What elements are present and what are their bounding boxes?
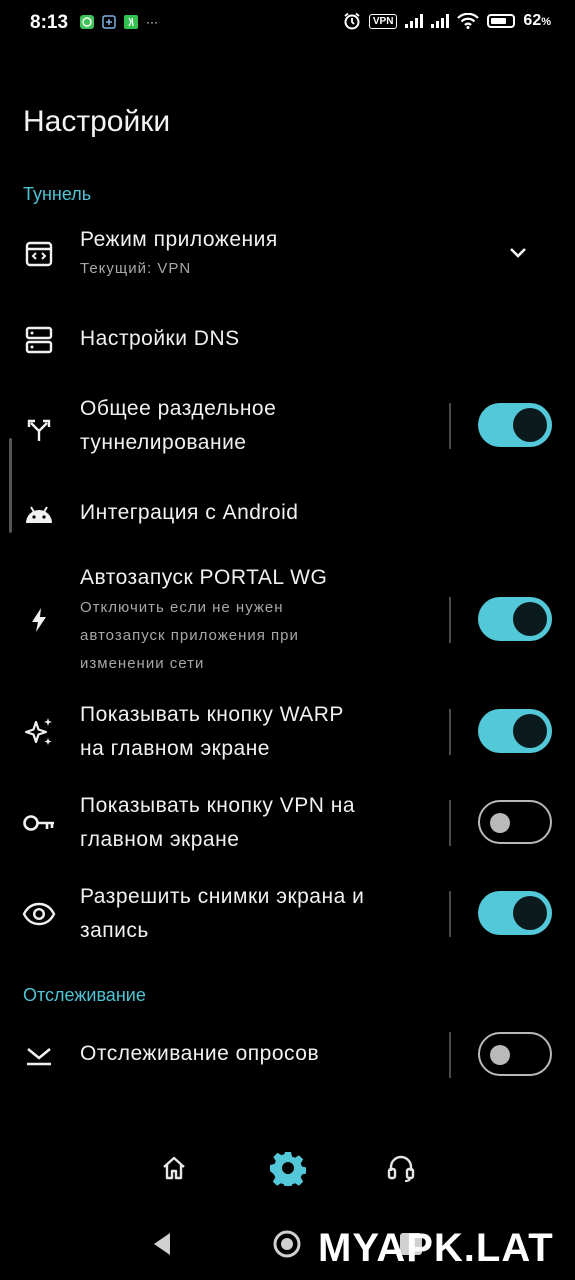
watermark: MYAPK.LAT (318, 1226, 554, 1270)
setting-polling[interactable]: Отслеживание опросов (0, 1032, 575, 1078)
setting-title: Режим приложения (80, 228, 278, 251)
vpn-badge: VPN (368, 13, 398, 29)
setting-subtitle: Текущий: VPN (80, 260, 192, 277)
back-icon[interactable] (150, 1231, 174, 1257)
signal-icon (405, 14, 424, 28)
dns-server-icon (22, 323, 56, 357)
setting-dns[interactable]: Настройки DNS (0, 318, 575, 362)
vpn-button-toggle[interactable] (478, 800, 552, 844)
status-app-icons: ··· (80, 15, 158, 29)
battery-icon (487, 14, 516, 28)
setting-title: Настройки DNS (80, 327, 240, 350)
setting-subtitle: Отключить если не нужен (80, 599, 284, 616)
android-icon (22, 497, 56, 531)
toggle-knob (513, 408, 547, 442)
divider (449, 403, 451, 449)
home-button-icon[interactable] (272, 1229, 302, 1259)
setting-split-tunnel[interactable]: Общее раздельное туннелирование (0, 392, 575, 462)
battery-percent: 62% (523, 12, 551, 29)
section-header-tunnel: Туннель (23, 184, 92, 204)
divider (449, 891, 451, 937)
home-icon (163, 1156, 185, 1180)
tracking-icon (22, 1038, 56, 1072)
warp-button-toggle[interactable] (478, 709, 552, 753)
alarm-icon (344, 12, 360, 30)
setting-title-line2: туннелирование (80, 431, 247, 454)
split-arrows-icon (22, 412, 56, 446)
headset-icon (387, 1155, 415, 1182)
setting-warp-button[interactable]: Показывать кнопку WARP на главном экране (0, 698, 575, 768)
bolt-icon (22, 603, 56, 637)
setting-title-line2: главном экране (80, 828, 240, 851)
setting-screenshots[interactable]: Разрешить снимки экрана и запись (0, 880, 575, 950)
polling-toggle[interactable] (478, 1032, 552, 1076)
app-icon (124, 15, 138, 29)
divider (449, 1032, 451, 1078)
toggle-knob (490, 813, 510, 833)
divider (449, 597, 451, 643)
chevron-down-icon[interactable] (506, 244, 530, 260)
screenshots-toggle[interactable] (478, 891, 552, 935)
bottom-nav (0, 1140, 575, 1196)
setting-title: Интеграция с Android (80, 501, 299, 524)
setting-autostart[interactable]: Автозапуск PORTAL WG Отключить если не н… (0, 560, 575, 680)
setting-title: Разрешить снимки экрана и (80, 885, 365, 908)
signal-icon (431, 14, 450, 28)
whatsapp-icon (80, 15, 94, 29)
app-window-icon (22, 237, 56, 271)
setting-title: Показывать кнопку WARP (80, 703, 344, 726)
setting-app-mode[interactable]: Режим приложения Текущий: VPN (0, 222, 575, 292)
nav-support[interactable] (377, 1144, 425, 1192)
app-icon (102, 15, 116, 29)
status-right: VPN 62% (343, 12, 551, 30)
divider (449, 709, 451, 755)
status-bar: 8:13 ··· VPN 62% (0, 0, 575, 48)
setting-title: Общее раздельное (80, 397, 277, 420)
toggle-knob (513, 714, 547, 748)
eye-icon (22, 897, 56, 931)
wifi-icon (457, 13, 480, 29)
setting-title: Отслеживание опросов (80, 1042, 320, 1065)
key-icon (22, 806, 56, 840)
status-time: 8:13 (30, 12, 69, 33)
autostart-toggle[interactable] (478, 597, 552, 641)
toggle-knob (513, 602, 547, 636)
setting-android[interactable]: Интеграция с Android (0, 492, 575, 536)
gear-icon (270, 1152, 306, 1186)
nav-home[interactable] (150, 1144, 198, 1192)
setting-title-line2: запись (80, 919, 149, 942)
setting-vpn-button[interactable]: Показывать кнопку VPN на главном экране (0, 789, 575, 859)
setting-title: Показывать кнопку VPN на (80, 794, 356, 817)
section-header-tracking: Отслеживание (23, 985, 146, 1005)
sparkles-icon (22, 715, 56, 749)
split-tunnel-toggle[interactable] (478, 403, 552, 447)
toggle-knob (490, 1045, 510, 1065)
setting-subtitle-line2: автозапуск приложения при (80, 627, 299, 644)
setting-title-line2: на главном экране (80, 737, 270, 760)
toggle-knob (513, 896, 547, 930)
divider (449, 800, 451, 846)
setting-subtitle-line3: изменении сети (80, 655, 205, 672)
nav-settings[interactable] (264, 1144, 312, 1192)
setting-title: Автозапуск PORTAL WG (80, 566, 328, 589)
page-title: Настройки (23, 105, 171, 138)
status-more: ··· (146, 15, 158, 29)
